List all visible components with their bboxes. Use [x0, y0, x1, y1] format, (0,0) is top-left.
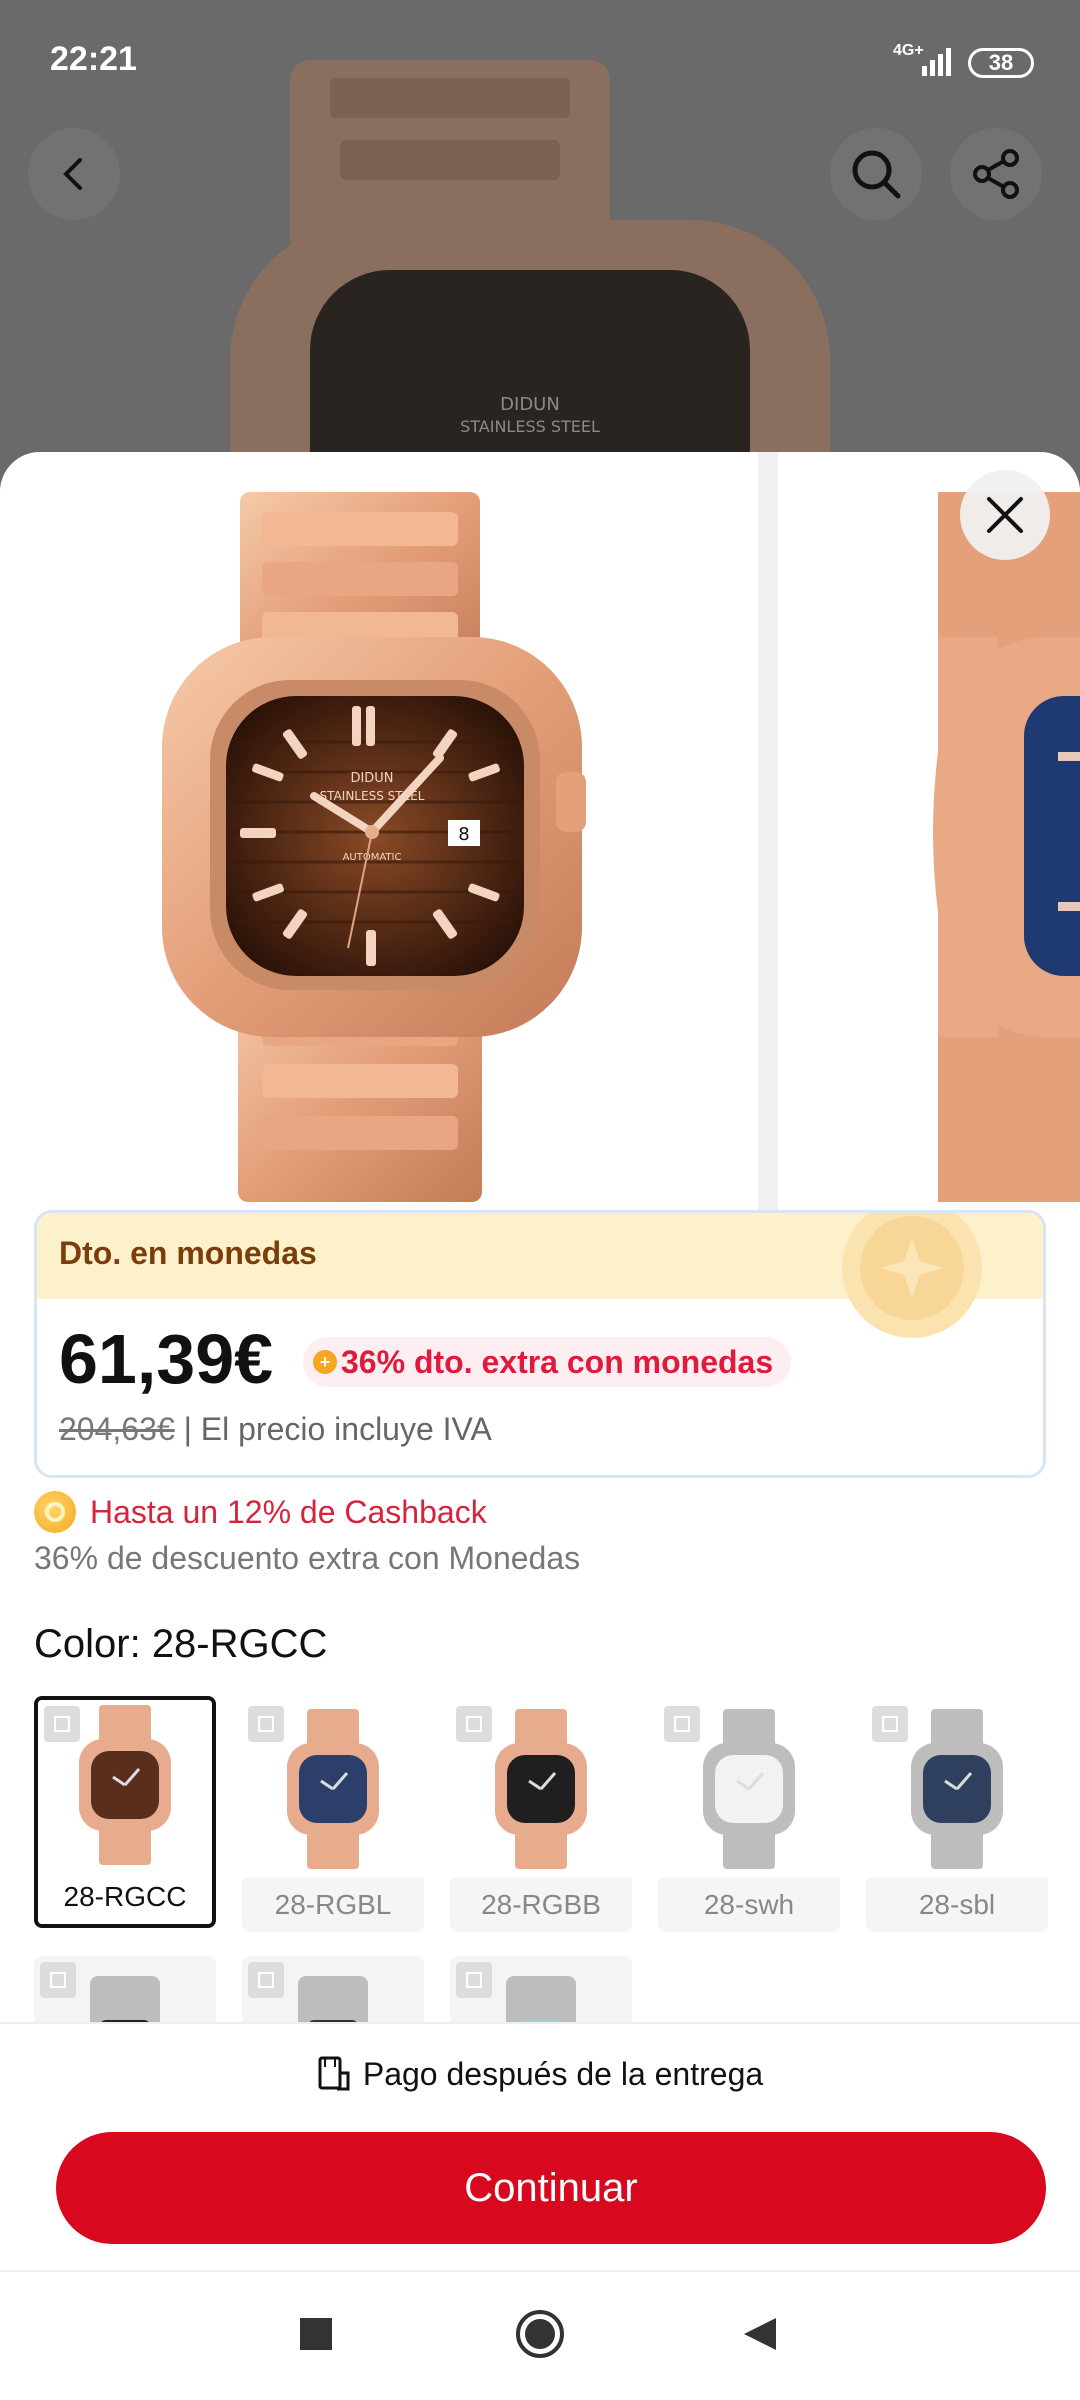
zoom-icon[interactable]: [248, 1962, 284, 1998]
search-icon: [852, 150, 901, 199]
color-swatch[interactable]: 28-RGBL: [242, 1700, 424, 1932]
cod-icon: [318, 2056, 350, 2091]
zoom-icon[interactable]: [664, 1706, 700, 1742]
close-button[interactable]: [960, 470, 1050, 560]
coin-promo-badge: + 36% dto. extra con monedas: [303, 1337, 792, 1387]
product-watch-image-blue: [778, 452, 1080, 1212]
nav-square-icon: [300, 2318, 332, 2350]
product-watch-image: 8 DIDUN STAINLESS STEEL AUTOMATIC: [162, 492, 586, 1202]
swatch-label: 28-RGCC: [38, 1870, 212, 1924]
price-card: Dto. en monedas 61,39€ + 36% dto. extra …: [34, 1210, 1046, 1478]
carousel-slide-main[interactable]: 8 DIDUN STAINLESS STEEL AUTOMATIC: [0, 452, 758, 1212]
swatch-label: 28-RGBB: [450, 1878, 632, 1932]
coin-promo-text: 36% dto. extra con monedas: [341, 1343, 774, 1380]
cashback-text: Hasta un 12% de Cashback: [90, 1493, 487, 1530]
battery-indicator: 38: [968, 48, 1034, 78]
share-icon: [973, 149, 1019, 199]
cashback-row[interactable]: Hasta un 12% de Cashback: [34, 1490, 487, 1534]
coin-discount-label: Dto. en monedas: [59, 1235, 317, 1271]
svg-text:DIDUN: DIDUN: [350, 771, 393, 786]
extra-discount-text: 36% de descuento extra con Monedas: [34, 1540, 581, 1576]
zoom-icon[interactable]: [248, 1706, 284, 1742]
search-button[interactable]: [830, 128, 922, 220]
swatch-label: 28-sbl: [866, 1878, 1048, 1932]
nav-recents-button[interactable]: [286, 2304, 346, 2364]
back-button[interactable]: [28, 128, 120, 220]
coin-decoration-icon: [842, 1213, 982, 1338]
svg-text:AUTOMATIC: AUTOMATIC: [343, 852, 402, 863]
back-icon: [63, 158, 82, 190]
zoom-icon[interactable]: [40, 1962, 76, 1998]
continue-button[interactable]: Continuar: [56, 2132, 1046, 2244]
coin-discount-header: Dto. en monedas: [37, 1213, 1043, 1338]
color-selected-label: Color: 28-RGCC: [34, 1622, 328, 1666]
nav-back-button[interactable]: [730, 2304, 790, 2364]
svg-text:STAINLESS STEEL: STAINLESS STEEL: [460, 417, 600, 436]
svg-text:8: 8: [458, 824, 469, 845]
original-price: 204,63€: [59, 1411, 175, 1447]
zoom-icon[interactable]: [456, 1962, 492, 1998]
status-bar: 22:21 4G+ 38: [0, 0, 1080, 120]
share-button[interactable]: [950, 128, 1042, 220]
nav-home-icon: [516, 2310, 564, 2358]
status-time: 22:21: [50, 40, 137, 78]
color-swatch[interactable]: 28-sbl: [866, 1700, 1048, 1932]
color-swatch[interactable]: 28-RGCC: [34, 1696, 216, 1928]
carousel-separator: [758, 452, 778, 1212]
close-icon: [987, 497, 1023, 533]
color-swatch[interactable]: 28-RGBB: [450, 1700, 632, 1932]
zoom-icon[interactable]: [456, 1706, 492, 1742]
swatch-label: 28-swh: [658, 1878, 840, 1932]
background-watch-image: DIDUN STAINLESS STEEL: [230, 60, 830, 520]
nav-home-button[interactable]: [510, 2304, 570, 2364]
zoom-icon[interactable]: [44, 1706, 80, 1742]
vat-note: | El precio incluye IVA: [174, 1411, 492, 1447]
price-old-row: 204,63€ | El precio incluye IVA: [59, 1411, 492, 1448]
zoom-icon[interactable]: [872, 1706, 908, 1742]
carousel-slide-next[interactable]: [778, 452, 1080, 1212]
color-swatch[interactable]: 28-swh: [658, 1700, 840, 1932]
current-price: 61,39€: [59, 1320, 274, 1398]
signal-icon: [922, 48, 951, 76]
coin-icon: +: [313, 1350, 337, 1374]
cod-label: Pago después de la entrega: [362, 2055, 764, 2092]
product-image-carousel[interactable]: 8 DIDUN STAINLESS STEEL AUTOMATIC: [0, 452, 1080, 1212]
svg-text:DIDUN: DIDUN: [500, 394, 560, 415]
cashback-coin-icon: [34, 1491, 76, 1533]
nav-back-icon: [744, 2318, 776, 2350]
swatch-label: 28-RGBL: [242, 1878, 424, 1932]
bottom-action-bar: Pago después de la entrega Continuar: [0, 2022, 1080, 2270]
cash-on-delivery-row: Pago después de la entrega: [0, 2044, 1080, 2104]
system-navigation-bar: [0, 2270, 1080, 2400]
